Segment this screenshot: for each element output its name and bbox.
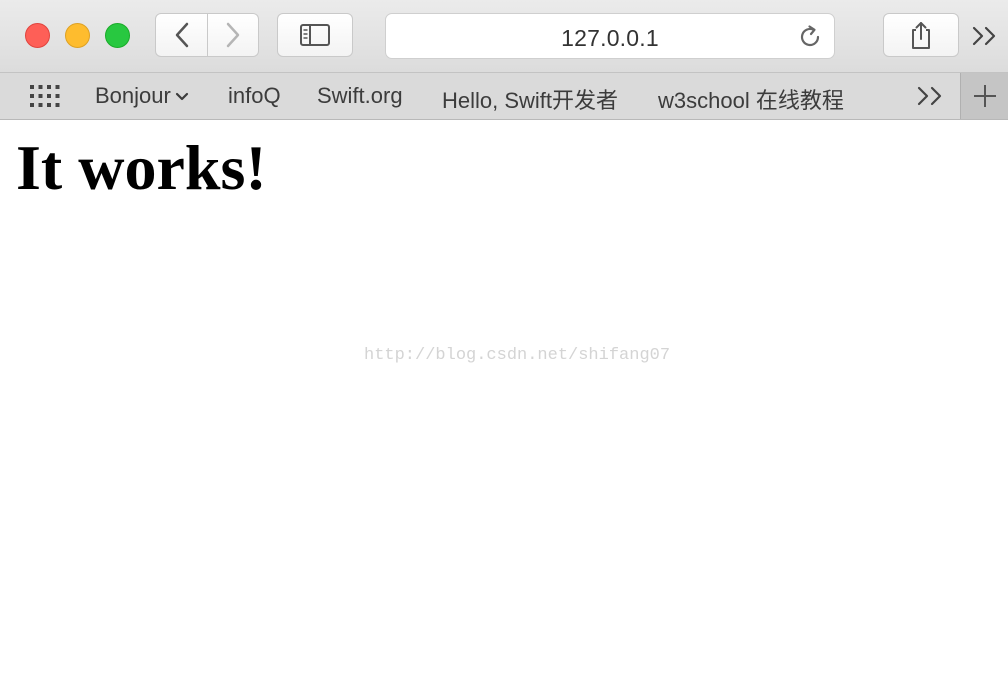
browser-window: 127.0.0.1 Bonjour infoQ Swift.org Hello,…: [0, 0, 1008, 690]
show-all-bookmarks-grid-icon[interactable]: [30, 85, 60, 107]
share-button[interactable]: [883, 13, 959, 57]
new-tab-button[interactable]: [960, 73, 1008, 119]
bookmarks-overflow-icon[interactable]: [915, 85, 947, 107]
bookmark-swift-org[interactable]: Swift.org: [317, 83, 403, 109]
watermark-text: http://blog.csdn.net/shifang07: [364, 346, 671, 365]
bookmark-hello-swift[interactable]: Hello, Swift开发者: [442, 83, 618, 115]
bookmark-label: Bonjour: [95, 83, 171, 108]
chevron-left-icon: [175, 22, 188, 48]
reload-icon[interactable]: [796, 23, 824, 51]
share-icon: [912, 22, 930, 49]
sidebar-icon: [300, 24, 330, 46]
close-window-button[interactable]: [25, 23, 50, 48]
chevron-down-icon: [175, 93, 188, 101]
browser-toolbar: 127.0.0.1: [0, 0, 1008, 72]
sidebar-toggle-button[interactable]: [277, 13, 353, 57]
url-text: 127.0.0.1: [561, 25, 659, 51]
bookmark-infoq[interactable]: infoQ: [228, 83, 281, 109]
bookmark-bonjour-menu[interactable]: Bonjour: [95, 83, 189, 109]
bookmark-w3school[interactable]: w3school 在线教程: [658, 83, 844, 115]
forward-button[interactable]: [208, 13, 259, 57]
back-button[interactable]: [155, 13, 208, 57]
plus-icon: [973, 85, 996, 107]
chevron-right-icon: [226, 22, 240, 48]
bookmarks-bar: Bonjour infoQ Swift.org Hello, Swift开发者 …: [0, 72, 1008, 120]
address-bar[interactable]: 127.0.0.1: [385, 13, 835, 59]
page-heading: It works!: [16, 132, 267, 203]
double-chevron-right-icon[interactable]: [970, 24, 1000, 48]
maximize-window-button[interactable]: [105, 23, 130, 48]
minimize-window-button[interactable]: [65, 23, 90, 48]
page-content: It works! http://blog.csdn.net/shifang07: [0, 120, 1008, 690]
